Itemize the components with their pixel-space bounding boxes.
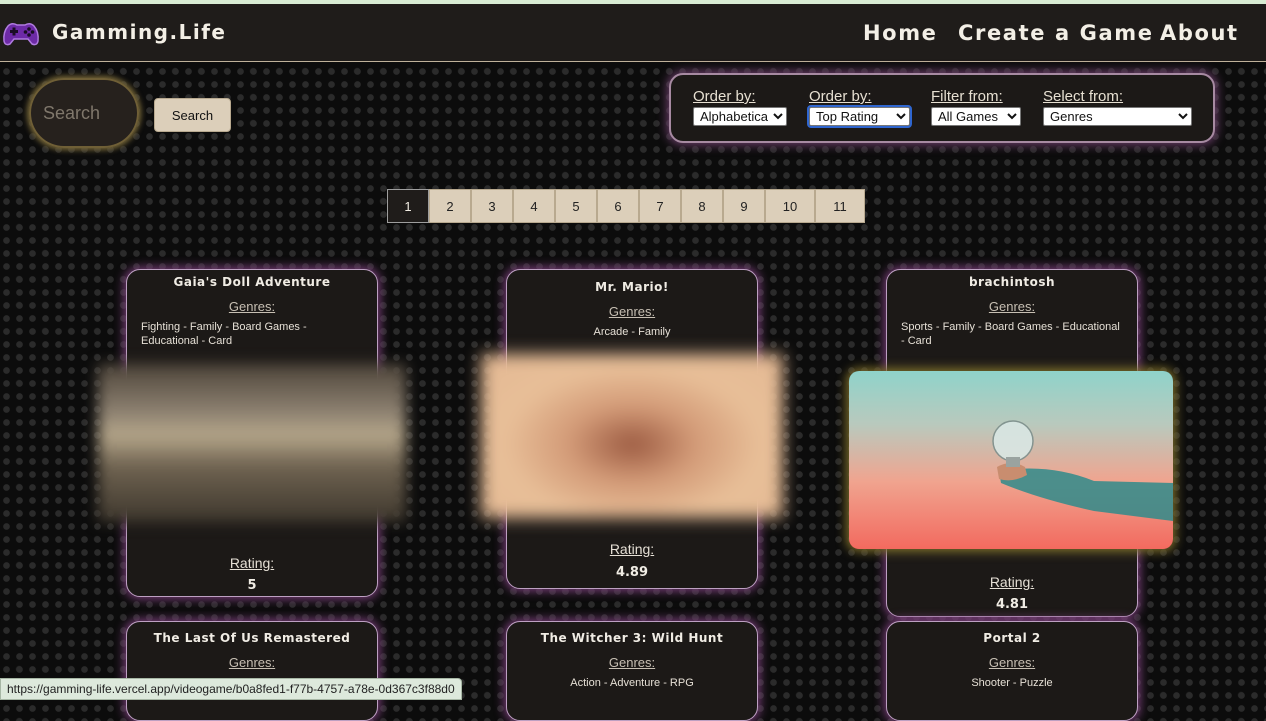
order-alpha-filter: Order by: Alphabetical	[693, 88, 787, 126]
search-input[interactable]	[41, 98, 135, 128]
genres-label: Genres:	[988, 299, 1036, 314]
genre-filter: Select from: Genres	[1043, 88, 1192, 126]
filter-panel: Order by: Alphabetical Order by: Top Rat…	[669, 73, 1215, 143]
page-button-3[interactable]: 3	[471, 189, 513, 223]
genre-filter-select[interactable]: Genres	[1043, 107, 1192, 126]
link-status-bar: https://gamming-life.vercel.app/videogam…	[0, 678, 462, 700]
order-rating-filter: Order by: Top Rating	[807, 88, 912, 128]
gamepad-icon[interactable]	[2, 17, 40, 49]
genres-label: Genres:	[608, 655, 656, 670]
brand-title[interactable]: Gamming.Life	[52, 20, 226, 44]
game-title[interactable]: The Last Of Us Remastered	[127, 631, 377, 645]
nav-home-link[interactable]: Home	[863, 21, 938, 45]
source-filter-label: Filter from:	[931, 88, 1003, 105]
rating-label: Rating:	[229, 555, 275, 571]
game-card[interactable]: Portal 2 Genres: Shooter - Puzzle	[886, 621, 1138, 721]
game-title[interactable]: Gaia's Doll Adventure	[127, 275, 377, 289]
page-button-2[interactable]: 2	[429, 189, 471, 223]
source-filter-select[interactable]: All Games	[931, 107, 1021, 126]
page-button-10[interactable]: 10	[765, 189, 815, 223]
order-alpha-select[interactable]: Alphabetical	[693, 107, 787, 126]
game-cover-image[interactable]	[481, 354, 783, 518]
genre-filter-label: Select from:	[1043, 88, 1124, 105]
order-rating-label: Order by:	[809, 88, 872, 105]
order-alpha-label: Order by:	[693, 88, 756, 105]
game-title[interactable]: Portal 2	[887, 631, 1137, 645]
top-navbar: Gamming.Life Home Create a Game About	[0, 4, 1266, 62]
rating-value: 4.81	[995, 597, 1029, 612]
page-button-7[interactable]: 7	[639, 189, 681, 223]
game-card[interactable]: The Last Of Us Remastered Genres:	[126, 621, 378, 721]
genres-label: Genres:	[228, 299, 276, 314]
game-cover-image[interactable]	[849, 371, 1173, 549]
rating-label: Rating:	[989, 574, 1035, 590]
rating-value: 5	[247, 578, 257, 593]
page-button-6[interactable]: 6	[597, 189, 639, 223]
page-button-1[interactable]: 1	[387, 189, 429, 223]
page-button-9[interactable]: 9	[723, 189, 765, 223]
game-title[interactable]: The Witcher 3: Wild Hunt	[507, 631, 757, 645]
page-button-8[interactable]: 8	[681, 189, 723, 223]
game-genres: Sports - Family - Board Games - Educatio…	[901, 321, 1120, 347]
order-rating-select[interactable]: Top Rating	[807, 105, 912, 128]
rating-label: Rating:	[609, 541, 655, 557]
game-genres: Arcade - Family	[593, 326, 671, 338]
game-title[interactable]: brachintosh	[887, 275, 1137, 289]
search-box	[29, 78, 139, 148]
nav-about-link[interactable]: About	[1160, 21, 1239, 45]
source-filter: Filter from: All Games	[931, 88, 1021, 126]
nav-create-game-link[interactable]: Create a Game	[958, 21, 1154, 45]
genres-label: Genres:	[228, 655, 276, 670]
game-genres: Shooter - Puzzle	[971, 677, 1053, 689]
rating-value: 4.89	[615, 565, 649, 580]
pagination: 1 2 3 4 5 6 7 8 9 10 11	[387, 189, 865, 223]
game-genres: Fighting - Family - Board Games - Educat…	[141, 321, 307, 347]
game-genres: Action - Adventure - RPG	[570, 677, 694, 689]
page-button-4[interactable]: 4	[513, 189, 555, 223]
page-button-5[interactable]: 5	[555, 189, 597, 223]
page-button-11[interactable]: 11	[815, 189, 865, 223]
lightbulb-hand-image	[992, 420, 1173, 521]
game-cover-image[interactable]	[98, 364, 406, 522]
genres-label: Genres:	[608, 304, 656, 319]
game-title[interactable]: Mr. Mario!	[507, 280, 757, 294]
genres-label: Genres:	[988, 655, 1036, 670]
search-button[interactable]: Search	[154, 98, 231, 132]
game-card[interactable]: The Witcher 3: Wild Hunt Genres: Action …	[506, 621, 758, 721]
